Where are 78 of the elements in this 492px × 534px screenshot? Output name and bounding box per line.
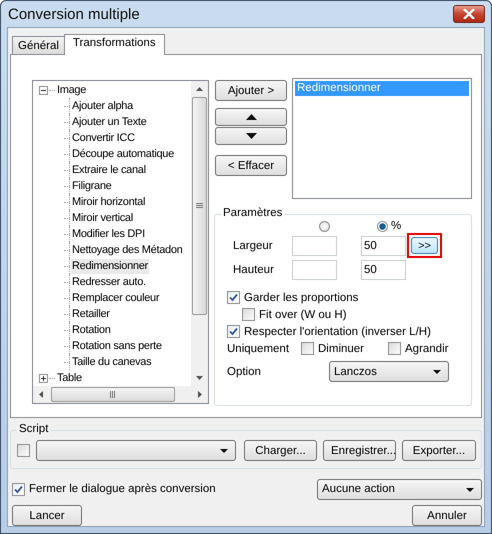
script-dropdown[interactable] [36, 440, 236, 461]
action-dropdown[interactable]: Aucune action [317, 478, 482, 500]
dropdown-arrow-icon [220, 449, 228, 453]
radio-label: % [391, 220, 402, 232]
pixel-field[interactable] [292, 260, 337, 280]
horizontal-scrollbar[interactable] [33, 386, 208, 403]
checkbox[interactable] [227, 325, 240, 338]
tree-item[interactable]: Retailler [71, 306, 111, 322]
run-button[interactable]: Lancer [12, 505, 82, 526]
close-icon [463, 9, 475, 19]
checkbox-label: Fermer le dialogue après conversion [29, 483, 217, 495]
script-button[interactable]: Exporter... [402, 440, 476, 461]
dropdown-arrow-icon [466, 488, 474, 492]
move-up-button[interactable] [215, 108, 287, 126]
option-dropdown[interactable]: Lanczos [329, 361, 449, 382]
percent-field[interactable]: 50 [361, 260, 406, 280]
tree-item[interactable]: Rotation [71, 322, 112, 338]
script-button[interactable]: Enregistrer... [323, 440, 396, 461]
tree-item[interactable]: Extraire le canal [71, 162, 147, 178]
field-label: Option [227, 366, 262, 378]
grip-icon [196, 203, 203, 209]
grip-icon [110, 391, 116, 398]
field-label: Hauteur [232, 264, 275, 276]
window-title: Conversion multiple [8, 6, 141, 22]
down-arrow-icon [246, 133, 256, 139]
tree-item[interactable]: Découpe automatique [71, 146, 175, 162]
tree-item[interactable]: Modifier les DPI [71, 226, 146, 242]
checkbox-label: Respecter l'orientation (inverser L/H) [244, 326, 431, 338]
tree-item[interactable]: Filigrane [71, 178, 112, 194]
scroll-down-icon[interactable] [196, 376, 203, 380]
add-button[interactable]: Ajouter > [215, 80, 287, 101]
scroll-left-icon[interactable] [39, 391, 43, 398]
tree-item[interactable]: Redimensionner [71, 258, 149, 274]
move-down-button[interactable] [215, 127, 287, 145]
up-arrow-icon [246, 114, 256, 120]
checkbox-label: Garder les proportions [244, 292, 358, 304]
checkbox[interactable] [242, 308, 255, 321]
script-button[interactable]: Charger... [244, 440, 317, 461]
tree-item[interactable]: Redresser auto. [71, 274, 147, 290]
group-title: Paramètres [221, 207, 284, 219]
vertical-scrollbar[interactable] [191, 81, 208, 386]
tree-item[interactable]: Taille du canevas [71, 354, 152, 370]
remove-button[interactable]: < Effacer [215, 155, 287, 176]
expand-icon[interactable] [39, 374, 48, 382]
radio-button[interactable] [377, 220, 388, 232]
pixel-field[interactable] [292, 236, 337, 256]
tree-item[interactable]: Miroir vertical [71, 210, 134, 226]
field-label: Uniquement [227, 342, 290, 354]
percent-field[interactable]: 50 [361, 236, 406, 256]
tree-item[interactable]: Ajouter un Texte [71, 114, 148, 130]
dropdown-arrow-icon [433, 370, 441, 374]
radio-button[interactable] [319, 220, 330, 232]
tree-item[interactable]: Miroir horizontal [71, 194, 146, 210]
checkbox[interactable] [301, 342, 314, 355]
swap-button[interactable]: >> [411, 237, 438, 254]
tree-item[interactable]: Nettoyage des Métadon [71, 242, 184, 258]
tree-item[interactable]: Table [56, 370, 83, 386]
collapse-icon[interactable] [39, 86, 48, 94]
checkbox-label: Diminuer [318, 342, 364, 354]
tab[interactable]: Général [12, 36, 65, 54]
tree-item[interactable]: Image [56, 82, 88, 98]
cancel-button[interactable]: Annuler [412, 505, 482, 526]
checkbox-label: Fit over (W ou H) [259, 308, 347, 320]
tree-item[interactable]: Rotation sans perte [71, 338, 163, 354]
checkbox[interactable] [12, 482, 25, 496]
scroll-up-icon[interactable] [196, 87, 203, 91]
field-label: Largeur [232, 240, 274, 252]
close-button[interactable] [453, 5, 485, 23]
tree-item[interactable]: Remplacer couleur [71, 290, 160, 306]
checkbox[interactable] [227, 291, 240, 304]
group-title: Script [17, 423, 50, 435]
scroll-right-icon[interactable] [198, 391, 202, 398]
checkbox-label: Agrandir [405, 342, 448, 354]
tab[interactable]: Transformations [64, 34, 165, 55]
tree-item[interactable]: Convertir ICC [71, 130, 136, 146]
tree-item[interactable]: Ajouter alpha [71, 98, 134, 114]
checkbox[interactable] [17, 444, 30, 457]
checkbox[interactable] [388, 342, 401, 355]
